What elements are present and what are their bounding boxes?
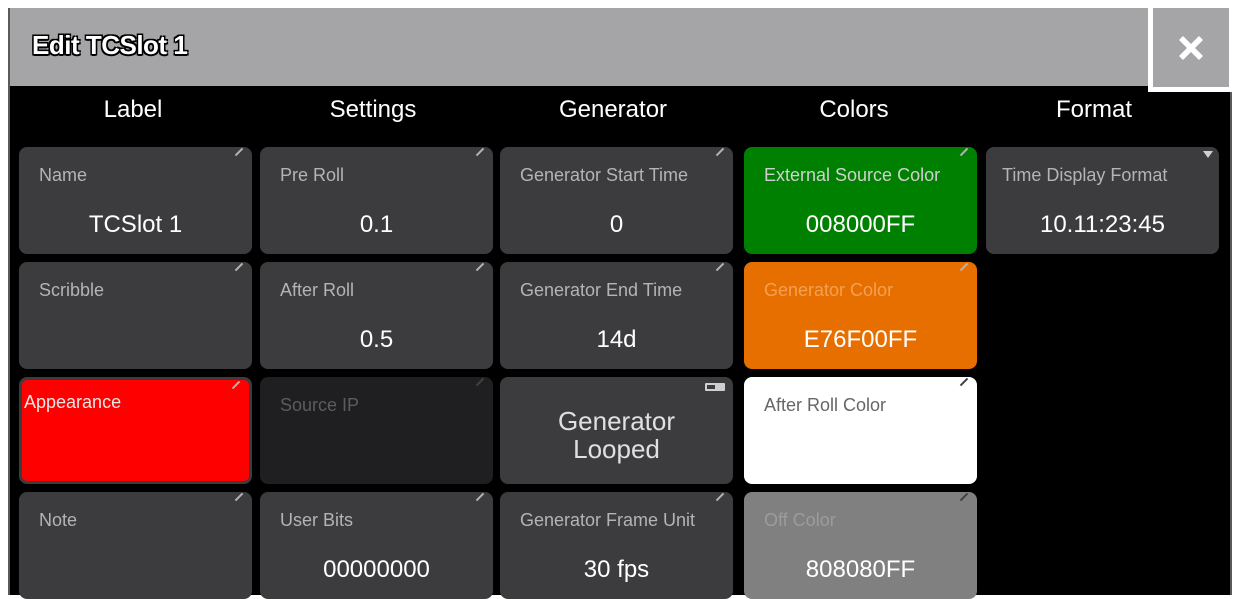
close-button[interactable] (1148, 8, 1234, 92)
generator-end-time-label: Generator End Time (520, 280, 683, 300)
time-display-format-label: Time Display Format (1002, 165, 1168, 185)
after-roll-field[interactable]: After Roll 0.5 (260, 262, 493, 369)
scribble-label: Scribble (39, 280, 105, 300)
edit-corner-icon (959, 147, 969, 157)
dialog-title: Edit TCSlot 1 (32, 30, 188, 60)
toggle-indicator-icon (705, 383, 725, 391)
generator-looped-toggle[interactable]: Generator Looped (500, 377, 733, 484)
after-roll-label: After Roll (280, 280, 355, 300)
time-display-format-value: 10.11:23:45 (1039, 211, 1165, 238)
edit-corner-icon (959, 492, 969, 502)
generator-end-time-field[interactable]: Generator End Time 14d (500, 262, 733, 369)
appearance-label: Appearance (24, 392, 122, 412)
generator-looped-line2: Looped (573, 434, 660, 464)
note-field[interactable]: Note (19, 492, 252, 599)
after-roll-color-label: After Roll Color (764, 395, 887, 415)
pre-roll-value: 0.1 (359, 211, 394, 238)
edit-corner-icon (715, 492, 725, 502)
generator-end-time-value: 14d (596, 326, 637, 353)
name-field[interactable]: Name TCSlot 1 (19, 147, 252, 254)
edit-corner-icon (475, 262, 485, 272)
close-x-icon (1179, 35, 1203, 60)
edit-corner-icon (715, 262, 725, 272)
generator-start-time-field[interactable]: Generator Start Time 0 (500, 147, 733, 254)
edit-dialog: Edit TCSlot 1 Label Settings Generator C… (8, 8, 1234, 599)
after-roll-value: 0.5 (359, 326, 394, 353)
external-source-color-field[interactable]: External Source Color 008000FF (744, 147, 977, 254)
appearance-field[interactable]: Appearance (19, 377, 252, 484)
user-bits-value: 00000000 (323, 556, 430, 583)
dropdown-arrow-icon (1203, 151, 1213, 158)
edit-corner-icon (715, 147, 725, 157)
column-header-generator: Generator (558, 96, 668, 123)
generator-color-field[interactable]: Generator Color E76F00FF (744, 262, 977, 369)
column-header-label: Label (103, 96, 163, 123)
source-ip-label: Source IP (280, 395, 360, 415)
generator-color-value: E76F00FF (803, 326, 918, 353)
generator-frame-unit-field[interactable]: Generator Frame Unit 30 fps (500, 492, 733, 599)
column-header-format: Format (1055, 96, 1132, 123)
generator-start-time-value: 0 (609, 211, 624, 238)
name-value: TCSlot 1 (88, 211, 183, 238)
edit-corner-icon (234, 492, 244, 502)
generator-start-time-label: Generator Start Time (520, 165, 689, 185)
edit-corner-icon (231, 380, 241, 390)
generator-looped-line1: Generator (557, 406, 676, 436)
external-source-color-value: 008000FF (805, 211, 916, 238)
generator-color-label: Generator Color (764, 280, 894, 300)
edit-corner-icon (234, 147, 244, 157)
edit-corner-icon (959, 262, 969, 272)
scribble-field[interactable]: Scribble (19, 262, 252, 369)
column-header-colors: Colors (819, 96, 889, 123)
edit-corner-icon (959, 377, 969, 387)
user-bits-label: User Bits (280, 510, 354, 530)
generator-frame-unit-label: Generator Frame Unit (520, 510, 696, 530)
off-color-label: Off Color (764, 510, 836, 530)
column-headers: Label Settings Generator Colors Format (10, 96, 1234, 144)
edit-corner-icon (475, 492, 485, 502)
time-display-format-dropdown[interactable]: Time Display Format 10.11:23:45 (986, 147, 1219, 254)
off-color-field[interactable]: Off Color 808080FF (744, 492, 977, 599)
external-source-color-label: External Source Color (764, 165, 941, 185)
generator-frame-unit-value: 30 fps (583, 556, 650, 583)
edit-corner-icon (234, 262, 244, 272)
pre-roll-label: Pre Roll (280, 165, 345, 185)
edit-corner-icon (475, 147, 485, 157)
title-bar: Edit TCSlot 1 (10, 8, 1148, 86)
pre-roll-field[interactable]: Pre Roll 0.1 (260, 147, 493, 254)
column-header-settings: Settings (329, 96, 417, 123)
source-ip-field: Source IP (260, 377, 493, 484)
after-roll-color-field[interactable]: After Roll Color (744, 377, 977, 484)
note-label: Note (39, 510, 78, 530)
generator-looped-label: Generator Looped (500, 407, 733, 463)
user-bits-field[interactable]: User Bits 00000000 (260, 492, 493, 599)
off-color-value: 808080FF (805, 556, 916, 583)
name-label: Name (39, 165, 88, 185)
edit-corner-icon (475, 377, 485, 387)
